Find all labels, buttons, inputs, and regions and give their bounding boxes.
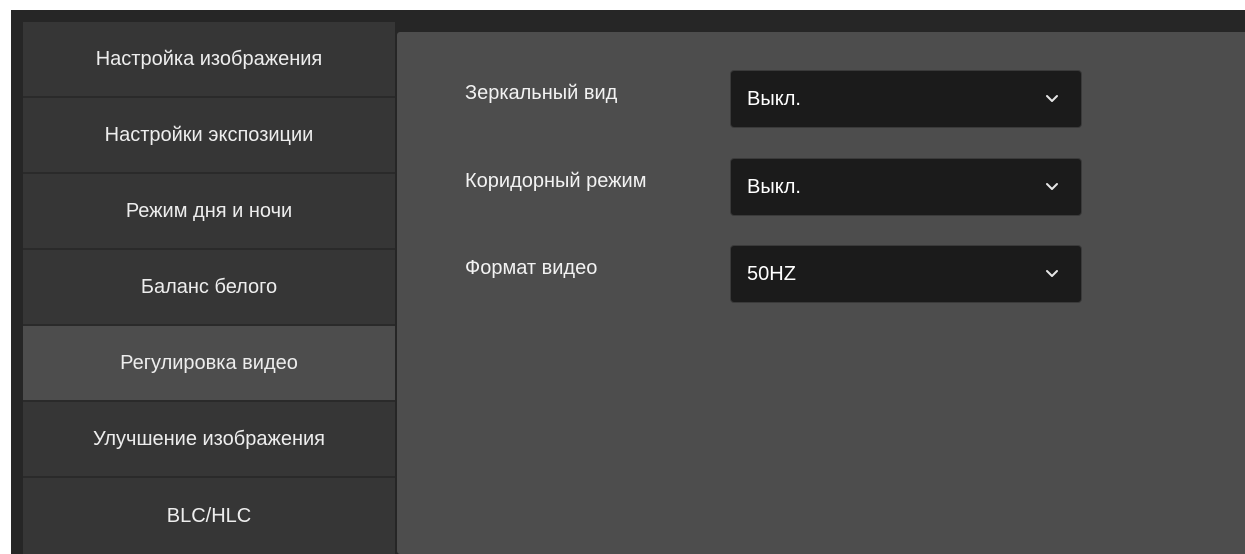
video-format-select-value: 50HZ <box>747 262 796 285</box>
corridor-label: Коридорный режим <box>465 170 647 192</box>
corridor-select-value: Выкл. <box>747 175 801 198</box>
sidebar-item-label: Регулировка видео <box>120 351 298 374</box>
sidebar-item-label: Улучшение изображения <box>92 427 325 450</box>
sidebar-item-label: BLC/HLC <box>166 504 252 527</box>
mirror-select[interactable]: Выкл. <box>730 70 1082 128</box>
mirror-setting-row: Зеркальный вид Выкл. <box>465 70 1085 128</box>
sidebar-item-day-night-mode[interactable]: Режим дня и ночи <box>23 174 395 250</box>
sidebar-item-image-settings[interactable]: Настройка изображения <box>23 22 395 98</box>
settings-panel: Настройка изображения Настройки экспозиц… <box>11 10 1245 554</box>
sidebar-item-label: Режим дня и ночи <box>125 199 293 222</box>
sidebar-item-blc-hlc[interactable]: BLC/HLC <box>23 478 395 554</box>
sidebar-item-image-enhancement[interactable]: Улучшение изображения <box>23 402 395 478</box>
settings-sidebar: Настройка изображения Настройки экспозиц… <box>23 22 395 554</box>
corridor-select[interactable]: Выкл. <box>730 158 1082 216</box>
video-format-label: Формат видео <box>465 257 598 279</box>
corridor-setting-row: Коридорный режим Выкл. <box>465 158 1085 216</box>
chevron-down-icon <box>1046 270 1058 277</box>
video-format-setting-row: Формат видео 50HZ <box>465 245 1085 303</box>
video-format-select[interactable]: 50HZ <box>730 245 1082 303</box>
chevron-down-icon <box>1046 183 1058 190</box>
cropped-heading <box>213 0 573 10</box>
video-settings-page: Настройка изображения Настройки экспозиц… <box>0 0 1245 554</box>
video-adjustment-content: Зеркальный вид Выкл. Коридорный режим Вы… <box>397 32 1245 554</box>
chevron-down-icon <box>1046 95 1058 102</box>
sidebar-item-label: Настройки экспозиции <box>104 123 314 146</box>
sidebar-item-label: Баланс белого <box>140 275 278 298</box>
sidebar-item-label: Настройка изображения <box>95 47 323 70</box>
mirror-select-value: Выкл. <box>747 87 801 110</box>
sidebar-item-video-adjustment[interactable]: Регулировка видео <box>23 326 395 402</box>
sidebar-item-white-balance[interactable]: Баланс белого <box>23 250 395 326</box>
sidebar-item-exposure-settings[interactable]: Настройки экспозиции <box>23 98 395 174</box>
mirror-label: Зеркальный вид <box>465 82 618 104</box>
